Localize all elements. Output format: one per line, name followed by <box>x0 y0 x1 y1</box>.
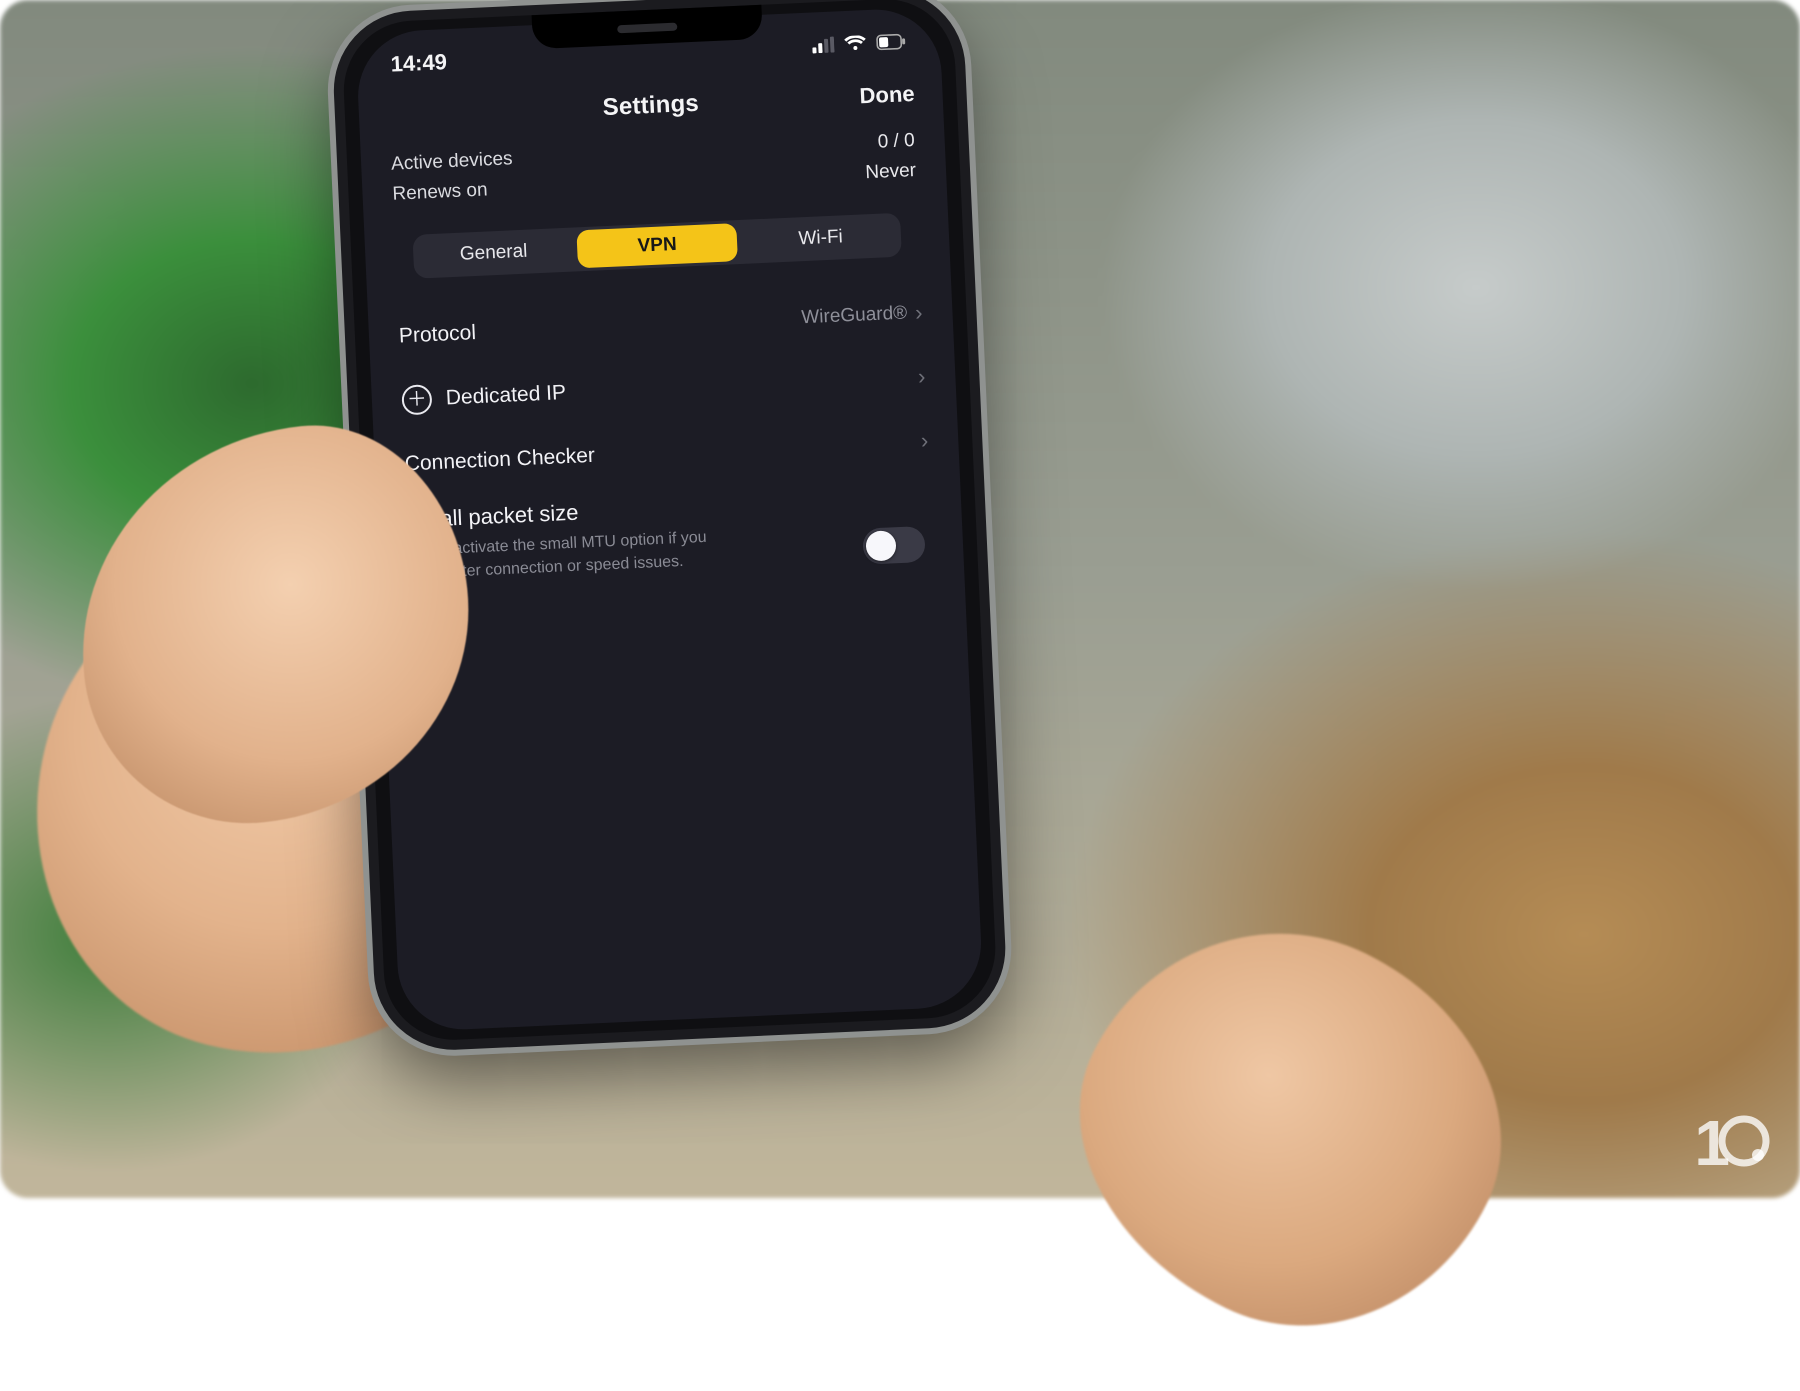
settings-tabs: General VPN Wi-Fi <box>412 213 901 279</box>
wifi-icon <box>844 35 867 52</box>
phone-screen: 14:49 Settings Done Active devices 0 / 0 <box>355 7 984 1032</box>
toggle-knob <box>865 531 896 562</box>
status-indicators <box>812 33 907 53</box>
done-button[interactable]: Done <box>859 81 915 109</box>
page-title: Settings <box>602 90 699 122</box>
small-packet-title: Small packet size <box>407 484 932 534</box>
tab-wifi[interactable]: Wi-Fi <box>739 213 901 264</box>
watermark: 1 <box>1694 1106 1772 1180</box>
watermark-circle-icon <box>1726 1113 1772 1174</box>
active-devices-value: 0 / 0 <box>877 130 915 154</box>
chevron-right-icon: › <box>915 300 924 326</box>
protocol-label: Protocol <box>398 321 476 348</box>
earpiece <box>617 23 677 34</box>
cellular-icon <box>812 37 835 54</box>
plus-circle-icon: ＋ <box>401 384 432 415</box>
protocol-value: WireGuard® <box>801 302 908 329</box>
connection-checker-label: Connection Checker <box>404 444 595 477</box>
tab-general[interactable]: General <box>412 228 575 279</box>
chevron-right-icon: › <box>917 364 926 390</box>
chevron-right-icon: › <box>920 428 929 454</box>
renews-value: Never <box>865 160 917 184</box>
tab-vpn[interactable]: VPN <box>576 223 738 268</box>
dedicated-ip-label: Dedicated IP <box>445 381 566 410</box>
battery-icon <box>876 33 907 50</box>
small-packet-toggle[interactable] <box>862 526 926 565</box>
active-devices-label: Active devices <box>391 148 513 175</box>
renews-label: Renews on <box>392 179 488 205</box>
clock: 14:49 <box>390 49 447 78</box>
